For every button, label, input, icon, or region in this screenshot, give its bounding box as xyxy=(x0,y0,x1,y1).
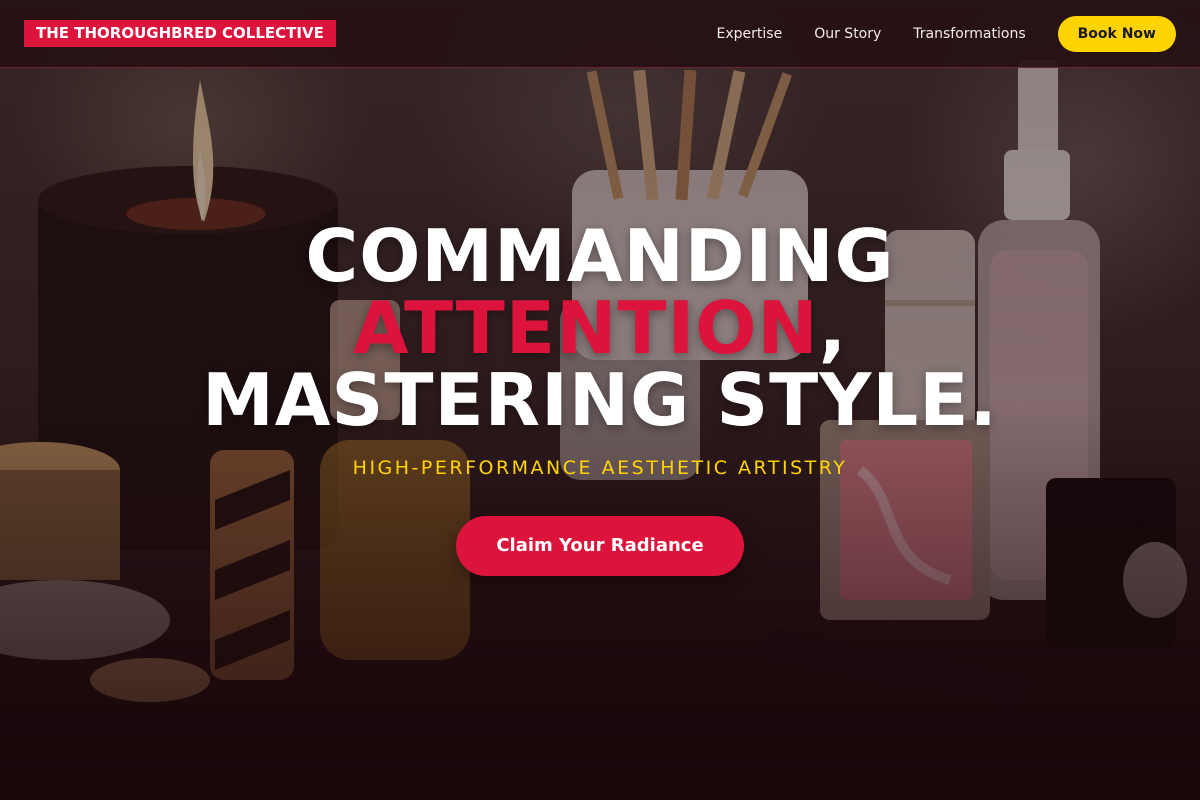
headline-line-3: MASTERING STYLE. xyxy=(202,358,998,442)
top-navigation: THE THOROUGHBRED COLLECTIVE Expertise Ou… xyxy=(0,0,1200,68)
claim-radiance-button[interactable]: Claim Your Radiance xyxy=(456,516,744,576)
page: THE THOROUGHBRED COLLECTIVE Expertise Ou… xyxy=(0,0,1200,800)
nav-links: Expertise Our Story Transformations Book… xyxy=(717,16,1176,52)
headline-line-1: COMMANDING xyxy=(305,214,895,298)
hero-headline: COMMANDING ATTENTION, MASTERING STYLE. xyxy=(0,220,1200,436)
hero-tagline: HIGH-PERFORMANCE AESTHETIC ARTISTRY xyxy=(352,457,848,479)
nav-link-expertise[interactable]: Expertise xyxy=(717,26,783,42)
hero-section: COMMANDING ATTENTION, MASTERING STYLE. H… xyxy=(0,68,1200,800)
nav-link-transformations[interactable]: Transformations xyxy=(913,26,1025,42)
headline-line-2: ATTENTION, xyxy=(0,292,1200,364)
book-now-button[interactable]: Book Now xyxy=(1057,16,1176,52)
brand-logo[interactable]: THE THOROUGHBRED COLLECTIVE xyxy=(24,20,336,47)
nav-link-our-story[interactable]: Our Story xyxy=(814,26,881,42)
